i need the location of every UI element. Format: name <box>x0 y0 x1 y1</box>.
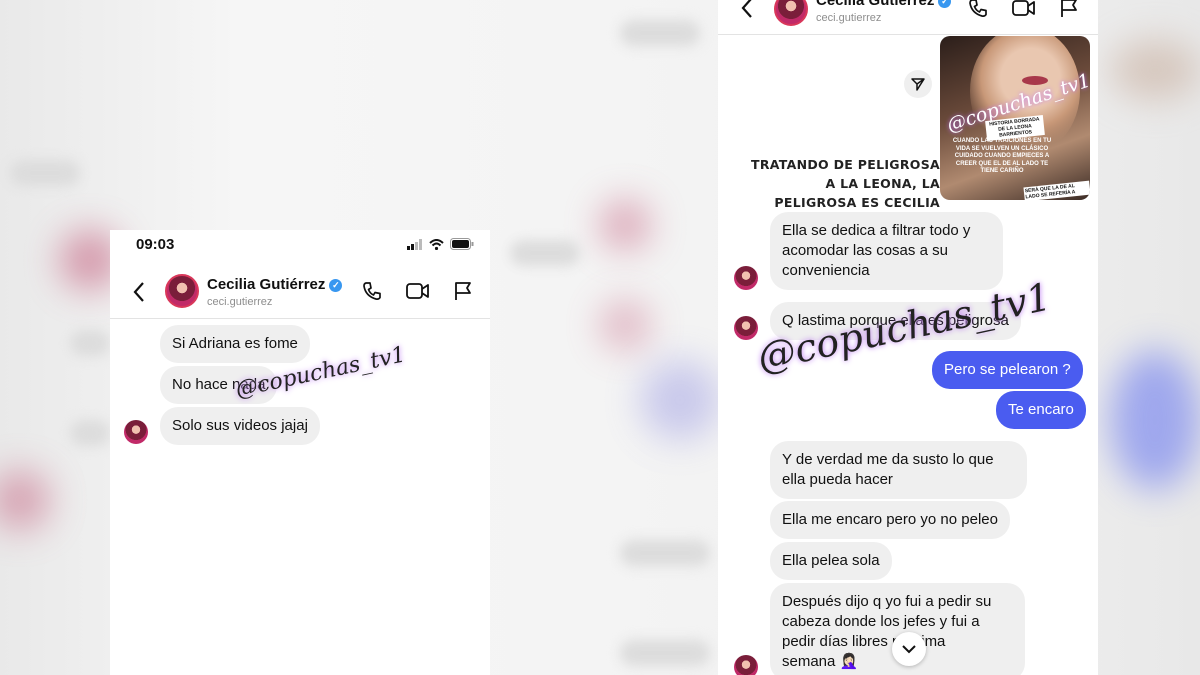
story-reply-image[interactable]: @copuchas_tv1 HISTORIA BORRADA DE LA LEO… <box>940 36 1090 200</box>
sent-message-bubble[interactable]: Pero se pelearon ? <box>932 351 1083 389</box>
phone-call-icon[interactable] <box>968 0 988 18</box>
contact-name[interactable]: Cecilia Gutiérrez ✓ <box>816 0 952 9</box>
left-chat-screenshot: 09:03 Cecilia Gutiérrez ✓ ceci.gutierrez … <box>110 230 490 675</box>
signal-icon <box>407 238 422 250</box>
right-chat-screenshot: Cecilia Gutiérrez ✓ ceci.gutierrez @copuc… <box>718 0 1098 675</box>
video-call-icon[interactable] <box>1012 0 1036 17</box>
message-bubble[interactable]: Ella se dedica a filtrar todo y acomodar … <box>770 212 1003 290</box>
message-bubble[interactable]: Ella me encaro pero yo no peleo <box>770 501 1010 539</box>
chevron-down-icon <box>902 645 916 654</box>
message-bubble[interactable]: Ella pelea sola <box>770 542 892 580</box>
avatar[interactable] <box>774 0 808 26</box>
wifi-icon <box>429 238 444 250</box>
sent-message-bubble[interactable]: Te encaro <box>996 391 1086 429</box>
verified-icon: ✓ <box>329 279 343 292</box>
back-icon[interactable] <box>740 0 754 19</box>
message-bubble[interactable]: Solo sus videos jajaj <box>160 407 320 445</box>
verified-icon: ✓ <box>938 0 952 8</box>
story-label-bottom: SERÁ QUE LA DE AL LADO SE REFERÍA A <box>1023 180 1090 200</box>
header-actions <box>968 0 1078 18</box>
sender-avatar <box>124 420 148 444</box>
report-flag-icon[interactable] <box>454 281 472 301</box>
story-text: CUANDO LAS TRAICIONES EN TU VIDA SE VUEL… <box>952 138 1052 174</box>
message-bubble[interactable]: Y de verdad me da susto lo que ella pueda… <box>770 441 1027 499</box>
status-bar: 09:03 <box>110 230 490 260</box>
send-icon <box>911 78 925 91</box>
header-actions <box>362 281 472 301</box>
report-flag-icon[interactable] <box>1060 0 1078 18</box>
contact-name[interactable]: Cecilia Gutiérrez ✓ <box>207 276 343 293</box>
video-call-icon[interactable] <box>406 282 430 300</box>
chat-header: Cecilia Gutiérrez ✓ ceci.gutierrez <box>718 0 1098 35</box>
scroll-to-bottom-button[interactable] <box>892 632 926 666</box>
battery-icon <box>450 238 474 250</box>
phone-call-icon[interactable] <box>362 281 382 301</box>
sender-avatar <box>734 266 758 290</box>
avatar[interactable] <box>165 274 199 308</box>
status-time: 09:03 <box>136 236 175 253</box>
share-story-button[interactable] <box>904 70 932 98</box>
chat-header: Cecilia Gutiérrez ✓ ceci.gutierrez <box>110 268 490 319</box>
message-bubble[interactable]: Si Adriana es fome <box>160 325 310 363</box>
status-icons <box>407 238 474 250</box>
sender-avatar <box>734 655 758 675</box>
story-caption: TRATANDO DE PELIGROSA A LA LEONA, LA PEL… <box>751 157 940 210</box>
back-icon[interactable] <box>132 281 146 303</box>
contact-handle: ceci.gutierrez <box>207 296 273 308</box>
contact-handle: ceci.gutierrez <box>816 12 882 24</box>
